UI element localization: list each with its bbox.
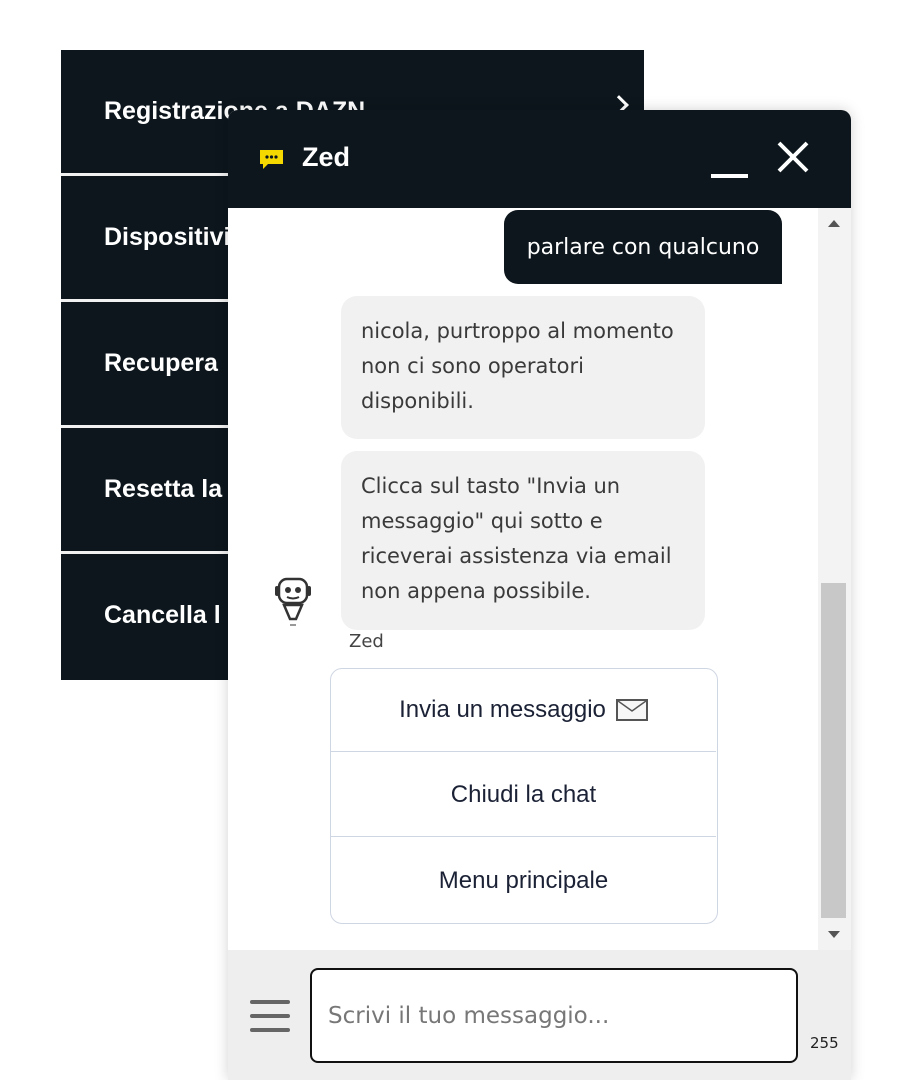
robot-avatar-icon <box>275 577 311 626</box>
menu-item-label: Dispositivi <box>104 223 231 251</box>
bot-message: nicola, purtroppo al momento non ci sono… <box>341 296 705 439</box>
quick-reply-label: Invia un messaggio <box>399 696 606 723</box>
scroll-up-arrow-icon[interactable] <box>828 220 840 227</box>
menu-item-label: Recupera <box>104 349 218 377</box>
quick-reply-label: Menu principale <box>438 866 609 894</box>
quick-replies: Invia un messaggio Chiudi la chat Menu p… <box>330 668 718 924</box>
scrollbar-thumb[interactable] <box>821 583 846 918</box>
user-message: parlare con qualcuno <box>504 210 782 284</box>
chat-footer: 255 <box>228 950 851 1080</box>
bot-name-label: Zed <box>349 631 384 652</box>
menu-item-label: Cancella l <box>104 601 221 629</box>
character-counter: 255 <box>810 1034 839 1052</box>
chat-bubble-icon <box>260 150 283 169</box>
main-menu-button[interactable]: Menu principale <box>331 839 716 922</box>
chat-title: Zed <box>302 142 351 172</box>
minimize-button[interactable] <box>706 138 752 184</box>
message-input[interactable] <box>310 968 798 1063</box>
close-button[interactable] <box>772 136 814 178</box>
chat-header: Zed <box>228 110 851 208</box>
minimize-icon <box>711 174 748 178</box>
quick-reply-label: Chiudi la chat <box>450 781 597 808</box>
chat-scrollbar[interactable] <box>818 208 851 950</box>
envelope-icon <box>615 699 648 721</box>
bot-message: Clicca sul tasto "Invia un messaggio" qu… <box>341 451 705 630</box>
hamburger-menu-icon[interactable] <box>250 1000 290 1032</box>
send-message-button[interactable]: Invia un messaggio <box>331 669 716 752</box>
close-icon <box>777 141 809 173</box>
menu-item-label: Resetta la <box>104 475 223 503</box>
chat-widget: Zed parlare con qualcuno nicola, purtrop… <box>228 110 851 1080</box>
scroll-down-arrow-icon[interactable] <box>828 931 840 938</box>
close-chat-button[interactable]: Chiudi la chat <box>331 754 716 837</box>
chat-transcript: parlare con qualcuno nicola, purtroppo a… <box>228 208 818 950</box>
